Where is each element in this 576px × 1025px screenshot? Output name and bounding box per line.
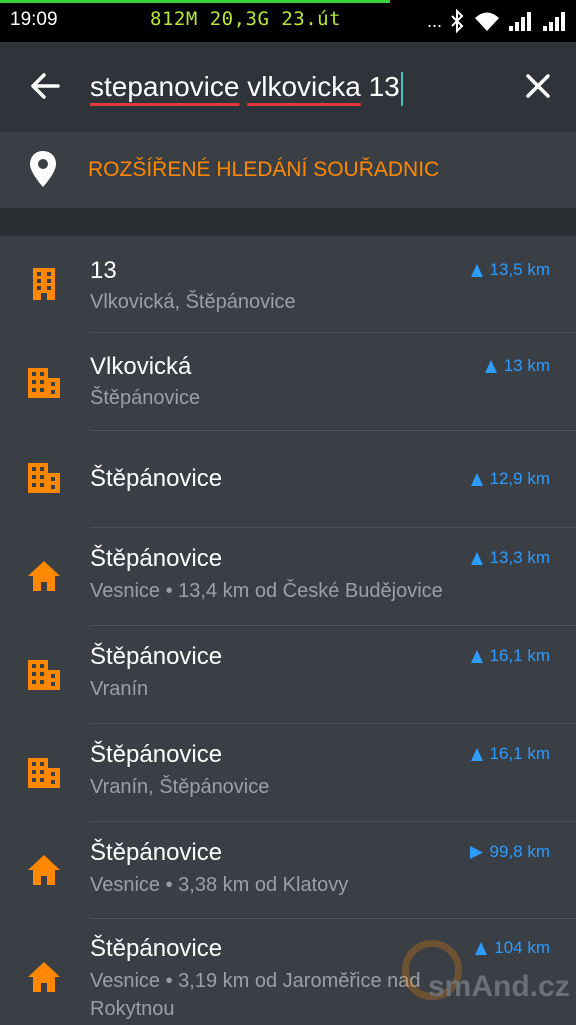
result-title: Štěpánovice	[90, 545, 223, 572]
direction-arrow-icon	[470, 552, 483, 566]
map-pin-icon	[30, 151, 56, 187]
result-item[interactable]: Štěpánovice Vranín 16,1 km	[0, 626, 576, 724]
status-bar: 19:09 812M 20,3G 23.út ...	[0, 0, 576, 42]
result-distance-value: 13,5 km	[489, 260, 550, 279]
result-title: Štěpánovice	[90, 643, 223, 670]
result-subtitle: Vranín	[90, 678, 149, 700]
results-list: 13 Vlkovická, Štěpánovice 13,5 km Vlkovi…	[0, 236, 576, 1025]
direction-arrow-icon	[470, 473, 483, 487]
result-subtitle: Vesnice • 3,38 km od Klatovy	[90, 874, 349, 896]
direction-arrow-icon	[470, 748, 483, 762]
result-subtitle: Vlkovická, Štěpánovice	[90, 291, 296, 313]
result-distance-value: 16,1 km	[489, 646, 550, 665]
search-word: stepanovice	[90, 71, 240, 102]
result-distance-value: 16,1 km	[489, 744, 550, 763]
house-icon	[28, 962, 60, 992]
result-title: Štěpánovice	[90, 741, 223, 768]
result-subtitle: Štěpánovice	[90, 387, 201, 409]
direction-arrow-icon	[469, 846, 483, 860]
wifi-icon	[475, 12, 499, 31]
status-progress-line	[0, 0, 390, 3]
result-distance-value: 13 km	[503, 356, 550, 375]
result-item[interactable]: Štěpánovice 12,9 km	[0, 431, 576, 528]
more-dots-icon: ...	[426, 11, 442, 31]
result-distance: 13 km	[484, 356, 550, 376]
city-icon	[28, 463, 60, 493]
result-distance: 12,9 km	[470, 469, 550, 489]
search-word: vlkovicka	[247, 71, 361, 102]
result-distance: 16,1 km	[470, 744, 550, 764]
status-icons: ...	[427, 8, 568, 34]
result-item[interactable]: Štěpánovice Vesnice • 13,4 km od České B…	[0, 528, 576, 626]
result-item[interactable]: Štěpánovice Vesnice • 3,38 km od Klatovy…	[0, 822, 576, 919]
result-title: Štěpánovice	[90, 839, 223, 866]
result-distance: 13,3 km	[470, 548, 550, 568]
search-word: 13	[368, 71, 400, 102]
arrow-left-icon[interactable]	[26, 66, 66, 106]
watermark-text: smAnd.cz	[428, 970, 570, 1003]
city-icon	[28, 368, 60, 398]
result-title: Vlkovická	[90, 353, 192, 380]
city-icon	[28, 660, 60, 690]
section-divider	[0, 208, 576, 236]
result-distance-value: 13,3 km	[489, 548, 550, 567]
result-subtitle: Vranín, Štěpánovice	[90, 776, 270, 798]
search-header: stepanovice vlkovicka 13	[0, 42, 576, 130]
direction-arrow-icon	[470, 264, 483, 278]
result-subtitle: Vesnice • 13,4 km od České Budějovice	[90, 580, 443, 602]
signal-icon-2	[543, 12, 565, 31]
house-icon	[28, 561, 60, 591]
building-icon	[33, 268, 55, 300]
search-input[interactable]: stepanovice vlkovicka 13	[90, 66, 490, 108]
result-distance: 16,1 km	[470, 646, 550, 666]
result-item[interactable]: Štěpánovice Vranín, Štěpánovice 16,1 km	[0, 724, 576, 822]
result-distance: 99,8 km	[469, 842, 550, 862]
bluetooth-icon	[451, 9, 464, 33]
text-cursor	[400, 71, 403, 106]
result-distance-value: 12,9 km	[489, 469, 550, 488]
close-icon[interactable]	[520, 68, 556, 104]
coordinate-search-button[interactable]: ROZŠÍŘENÉ HLEDÁNÍ SOUŘADNIC	[0, 132, 576, 208]
status-time: 19:09	[10, 9, 58, 30]
result-title: 13	[90, 257, 117, 284]
status-net-info: 812M 20,3G 23.út	[150, 8, 342, 30]
signal-icon	[509, 12, 531, 31]
coordinate-search-label: ROZŠÍŘENÉ HLEDÁNÍ SOUŘADNIC	[88, 158, 440, 181]
result-item[interactable]: Vlkovická Štěpánovice 13 km	[0, 333, 576, 431]
result-title: Štěpánovice	[90, 465, 223, 492]
direction-arrow-icon	[470, 650, 483, 664]
house-icon	[28, 855, 60, 885]
result-distance-value: 99,8 km	[489, 842, 550, 861]
result-item[interactable]: 13 Vlkovická, Štěpánovice 13,5 km	[0, 236, 576, 333]
city-icon	[28, 758, 60, 788]
result-distance: 13,5 km	[470, 260, 550, 280]
direction-arrow-icon	[484, 360, 497, 374]
watermark-logo: smAnd.cz	[398, 940, 576, 1024]
result-title: Štěpánovice	[90, 935, 223, 962]
